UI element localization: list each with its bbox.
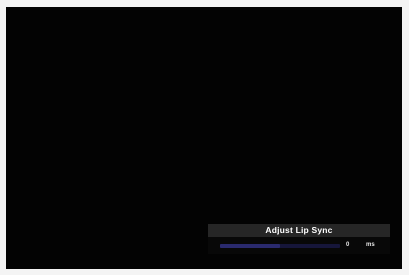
lip-sync-osd-panel: Adjust Lip Sync 0 ms (208, 224, 390, 254)
lip-sync-unit: ms (366, 242, 375, 248)
lip-sync-slider[interactable] (220, 244, 340, 248)
lip-sync-value: 0 (346, 242, 350, 248)
osd-title: Adjust Lip Sync (208, 224, 390, 237)
player-frame: Adjust Lip Sync 0 ms (0, 0, 409, 275)
osd-control-row: 0 ms (208, 237, 390, 254)
slider-fill (220, 244, 280, 248)
